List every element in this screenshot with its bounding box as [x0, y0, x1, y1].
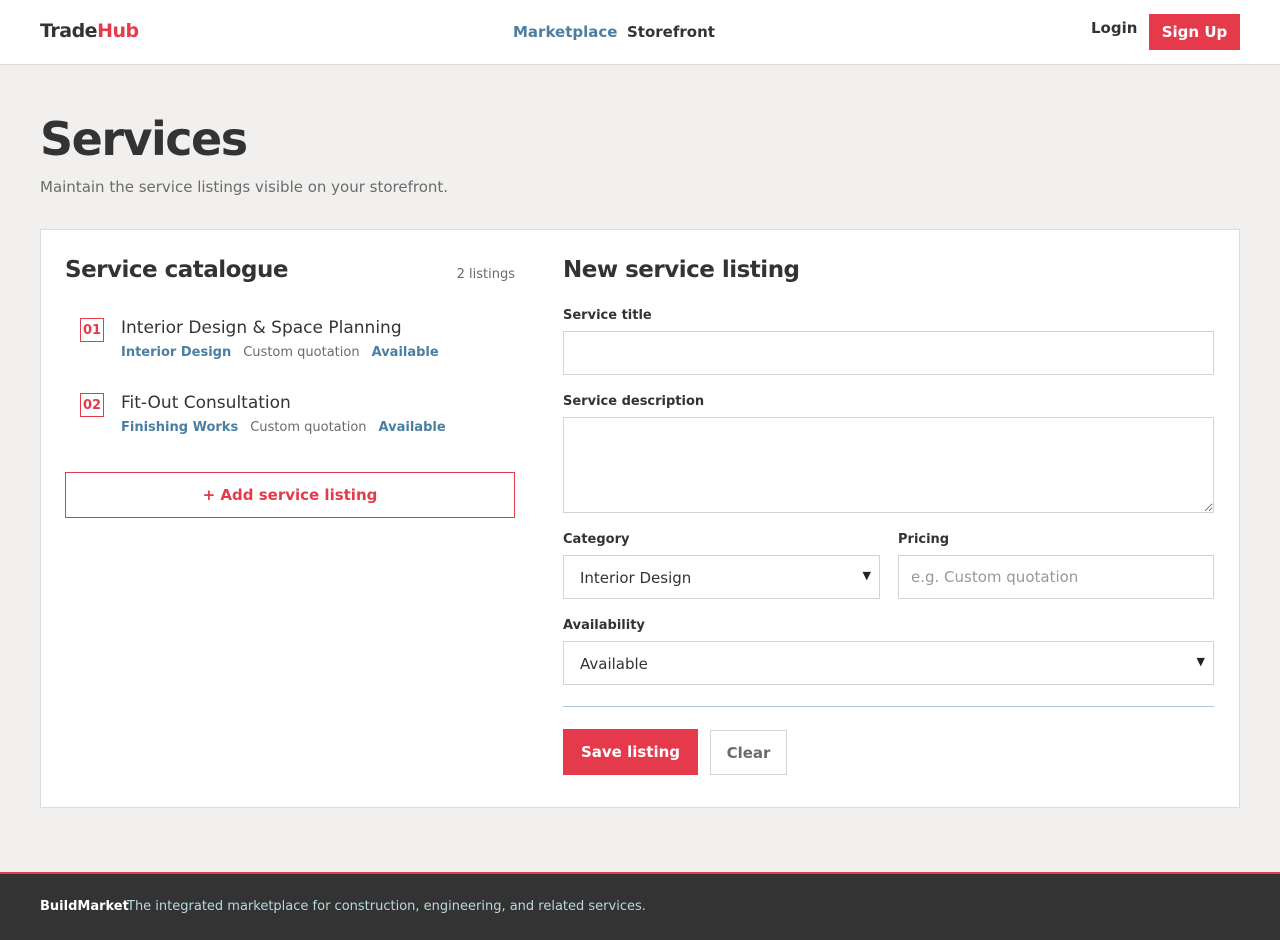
page-subtitle: Maintain the service listings visible on…: [40, 178, 449, 196]
chevron-down-icon: ▼: [1196, 655, 1205, 668]
listing-pricing: Custom quotation: [243, 345, 360, 360]
listing-meta: Interior Design Custom quotation Availab…: [121, 345, 439, 360]
service-description-textarea[interactable]: [563, 417, 1214, 513]
pricing-label: Pricing: [898, 532, 950, 547]
footer: BuildMarket The integrated marketplace f…: [0, 872, 1280, 940]
category-label: Category: [563, 532, 630, 547]
form-title: New service listing: [563, 257, 800, 283]
listing-availability: Available: [371, 345, 439, 360]
service-title-input[interactable]: [563, 331, 1214, 375]
listing-availability: Available: [378, 420, 446, 435]
top-navigation-bar: TradeHub Marketplace Storefront Login Si…: [0, 0, 1280, 65]
listing-category: Finishing Works: [121, 420, 239, 435]
listing-count: 2 listings: [456, 267, 515, 282]
listing-name[interactable]: Interior Design & Space Planning: [121, 318, 402, 338]
nav-link-marketplace[interactable]: Marketplace: [513, 23, 617, 41]
save-listing-button[interactable]: Save listing: [563, 729, 698, 775]
listing-number-badge: 02: [80, 393, 104, 417]
nav-link-storefront[interactable]: Storefront: [627, 23, 715, 41]
footer-brand: BuildMarket: [40, 899, 129, 914]
service-catalogue-panel: Service catalogue 2 listings 01 Interior…: [40, 229, 540, 808]
footer-tagline: The integrated marketplace for construct…: [127, 899, 646, 914]
chevron-down-icon: ▼: [862, 569, 871, 582]
listing-meta: Finishing Works Custom quotation Availab…: [121, 420, 446, 435]
availability-selected-value: Available: [580, 655, 648, 673]
brand-name-part1: Trade: [40, 20, 98, 42]
page-title: Services: [40, 112, 248, 166]
catalogue-title: Service catalogue: [65, 257, 288, 283]
availability-label: Availability: [563, 618, 645, 633]
listing-category: Interior Design: [121, 345, 232, 360]
brand-logo[interactable]: TradeHub: [40, 20, 139, 42]
clear-button[interactable]: Clear: [710, 730, 787, 775]
service-title-label: Service title: [563, 308, 652, 323]
availability-select[interactable]: Available ▼: [563, 641, 1214, 685]
listing-pricing: Custom quotation: [250, 420, 367, 435]
new-listing-form-panel: New service listing Service title Servic…: [539, 229, 1240, 808]
listing-number-badge: 01: [80, 318, 104, 342]
sign-up-button[interactable]: Sign Up: [1149, 14, 1240, 50]
brand-name-part2: Hub: [97, 20, 139, 42]
form-divider: [563, 706, 1214, 707]
pricing-input[interactable]: [898, 555, 1214, 599]
add-service-listing-button[interactable]: + Add service listing: [65, 472, 515, 518]
category-select[interactable]: Interior Design ▼: [563, 555, 880, 599]
category-selected-value: Interior Design: [580, 569, 692, 587]
listing-name[interactable]: Fit-Out Consultation: [121, 393, 291, 413]
service-description-label: Service description: [563, 394, 705, 409]
login-link[interactable]: Login: [1091, 19, 1137, 37]
